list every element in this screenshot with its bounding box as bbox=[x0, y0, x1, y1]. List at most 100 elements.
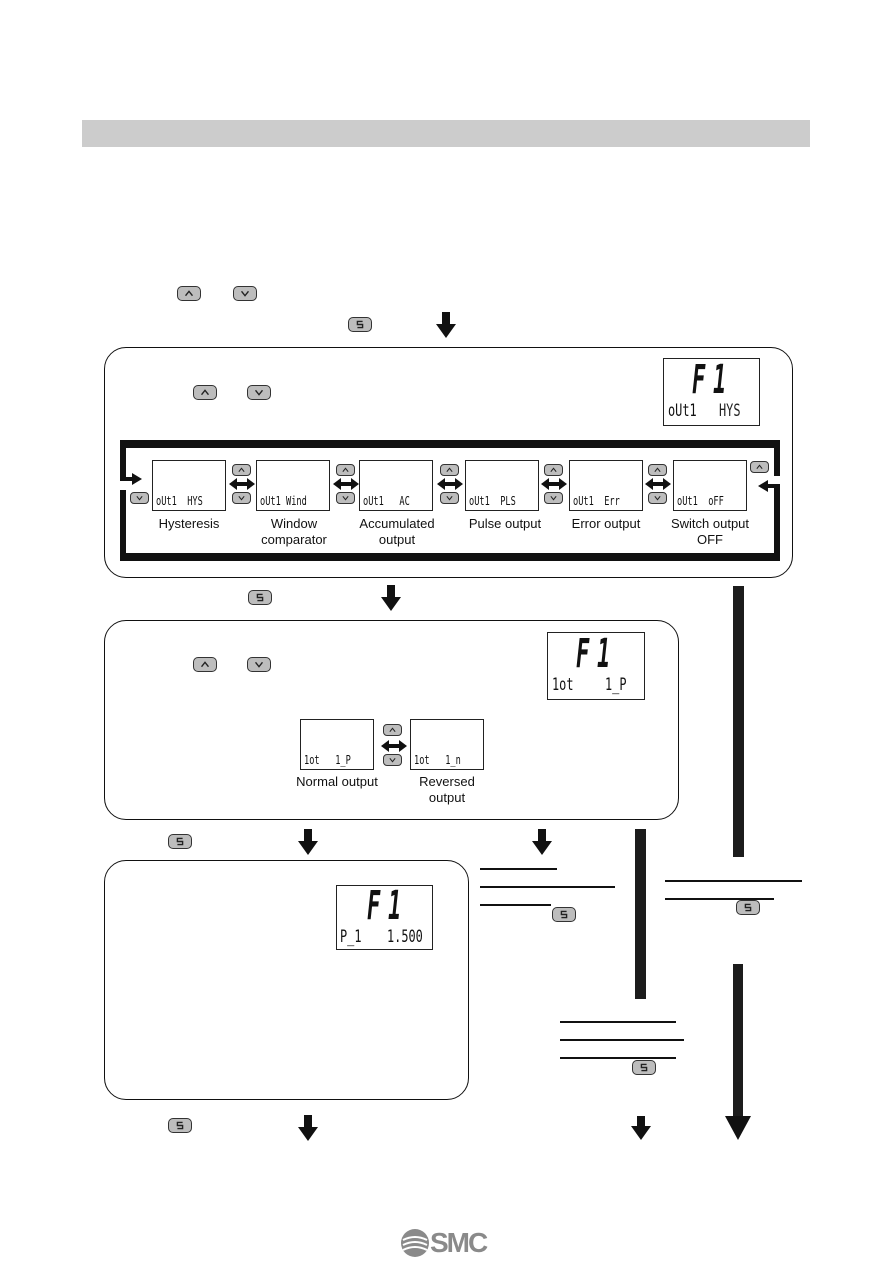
text-underline bbox=[665, 898, 774, 900]
s-icon bbox=[176, 837, 184, 846]
down-arrow-icon bbox=[532, 829, 552, 855]
chevron-down-icon bbox=[238, 496, 245, 501]
up-button[interactable] bbox=[648, 464, 667, 476]
s-icon bbox=[560, 910, 568, 919]
up-button[interactable] bbox=[177, 286, 201, 301]
up-button[interactable] bbox=[336, 464, 355, 476]
down-button[interactable] bbox=[336, 492, 355, 504]
mode-display-text: oUt1 AC bbox=[363, 494, 410, 508]
mode-display-accumulated: oUt1 AC bbox=[359, 460, 433, 511]
mode-display-off: oUt1 oFF bbox=[673, 460, 747, 511]
mode-label: Hysteresis bbox=[158, 516, 220, 531]
mode-display-text: oUt1 HYS bbox=[156, 494, 203, 508]
set-button[interactable] bbox=[348, 317, 372, 332]
s-icon bbox=[256, 593, 264, 602]
set-button[interactable] bbox=[552, 907, 576, 922]
option-display-text: 1ot 1_P bbox=[304, 753, 351, 767]
down-button[interactable] bbox=[544, 492, 563, 504]
text-underline bbox=[560, 1057, 676, 1059]
mode-display-text: oUt1 PLS bbox=[469, 494, 516, 508]
chevron-up-icon bbox=[200, 661, 210, 668]
down-button[interactable] bbox=[232, 492, 251, 504]
chevron-down-icon bbox=[240, 290, 250, 297]
up-button[interactable] bbox=[544, 464, 563, 476]
mode-display-hysteresis: oUt1 HYS bbox=[152, 460, 226, 511]
right-arrow-icon bbox=[120, 473, 142, 485]
chevron-up-icon bbox=[200, 389, 210, 396]
mode-display-window: oUt1 Wind bbox=[256, 460, 330, 511]
flow-line bbox=[635, 829, 646, 999]
smc-logo-text: SMC bbox=[430, 1227, 488, 1258]
loop-frame-left-bottom bbox=[120, 490, 126, 561]
s-icon bbox=[176, 1121, 184, 1130]
chevron-up-icon bbox=[654, 467, 661, 472]
up-button[interactable] bbox=[193, 385, 217, 400]
chevron-down-icon bbox=[654, 496, 661, 501]
down-arrow-icon bbox=[298, 1115, 318, 1141]
mode-label: Accumulated output bbox=[359, 516, 435, 547]
down-button[interactable] bbox=[383, 754, 402, 766]
chevron-down-icon bbox=[446, 496, 453, 501]
double-arrow-icon bbox=[541, 478, 567, 490]
double-arrow-icon bbox=[333, 478, 359, 490]
up-button[interactable] bbox=[232, 464, 251, 476]
chevron-up-icon bbox=[342, 467, 349, 472]
s-icon bbox=[744, 903, 752, 912]
mode-label: Error output bbox=[571, 516, 641, 531]
double-arrow-icon bbox=[381, 740, 407, 752]
down-button[interactable] bbox=[247, 657, 271, 672]
text-underline bbox=[480, 886, 615, 888]
chevron-up-icon bbox=[184, 290, 194, 297]
set-button[interactable] bbox=[168, 834, 192, 849]
chevron-down-icon bbox=[136, 496, 143, 501]
down-button[interactable] bbox=[233, 286, 257, 301]
set-button[interactable] bbox=[632, 1060, 656, 1075]
set-button[interactable] bbox=[168, 1118, 192, 1133]
chevron-down-icon bbox=[389, 758, 396, 763]
lcd-sub-left: P_1 bbox=[340, 927, 362, 947]
lcd-sub-left: oUt1 bbox=[668, 401, 697, 421]
loop-frame-right-bottom bbox=[774, 486, 780, 561]
down-arrow-icon bbox=[298, 829, 318, 855]
down-button[interactable] bbox=[247, 385, 271, 400]
lcd-main: F1 bbox=[692, 357, 734, 403]
set-button[interactable] bbox=[736, 900, 760, 915]
lcd-display: F1 P_1 1.500 bbox=[336, 883, 433, 950]
mode-label: Switch output OFF bbox=[670, 516, 750, 547]
chevron-up-icon bbox=[238, 467, 245, 472]
loop-frame-top bbox=[120, 440, 780, 448]
down-arrow-icon bbox=[381, 585, 401, 611]
option-label: Reversed output bbox=[419, 774, 475, 805]
text-underline bbox=[665, 880, 802, 882]
lcd-sub-right-blinking: 1_P bbox=[605, 675, 627, 695]
text-underline bbox=[480, 868, 557, 870]
up-button[interactable] bbox=[440, 464, 459, 476]
chevron-down-icon bbox=[254, 389, 264, 396]
mode-display-text: oUt1 Err bbox=[573, 494, 620, 508]
loop-frame-bottom bbox=[120, 553, 780, 561]
chevron-up-icon bbox=[389, 727, 396, 732]
down-button[interactable] bbox=[130, 492, 149, 504]
mode-display-error: oUt1 Err bbox=[569, 460, 643, 511]
down-button[interactable] bbox=[648, 492, 667, 504]
down-button[interactable] bbox=[440, 492, 459, 504]
text-underline bbox=[560, 1021, 676, 1023]
s-icon bbox=[356, 320, 364, 329]
chevron-down-icon bbox=[254, 661, 264, 668]
set-button[interactable] bbox=[248, 590, 272, 605]
mode-display-text: oUt1 oFF bbox=[677, 494, 724, 508]
text-underline bbox=[480, 904, 551, 906]
lcd-sub-left: 1ot bbox=[552, 675, 574, 695]
lcd-main: F1 bbox=[367, 883, 409, 929]
mode-label: Pulse output bbox=[468, 516, 542, 531]
text-underline bbox=[560, 1039, 684, 1041]
down-arrow-icon bbox=[436, 312, 456, 338]
s-icon bbox=[640, 1063, 648, 1072]
up-button[interactable] bbox=[193, 657, 217, 672]
up-button[interactable] bbox=[383, 724, 402, 736]
up-button[interactable] bbox=[750, 461, 769, 473]
option-display-text: 1ot 1_n bbox=[414, 753, 461, 767]
double-arrow-icon bbox=[645, 478, 671, 490]
lcd-sub-right-blinking: HYS bbox=[719, 401, 741, 421]
lcd-display: F1 oUt1 HYS bbox=[663, 357, 760, 426]
